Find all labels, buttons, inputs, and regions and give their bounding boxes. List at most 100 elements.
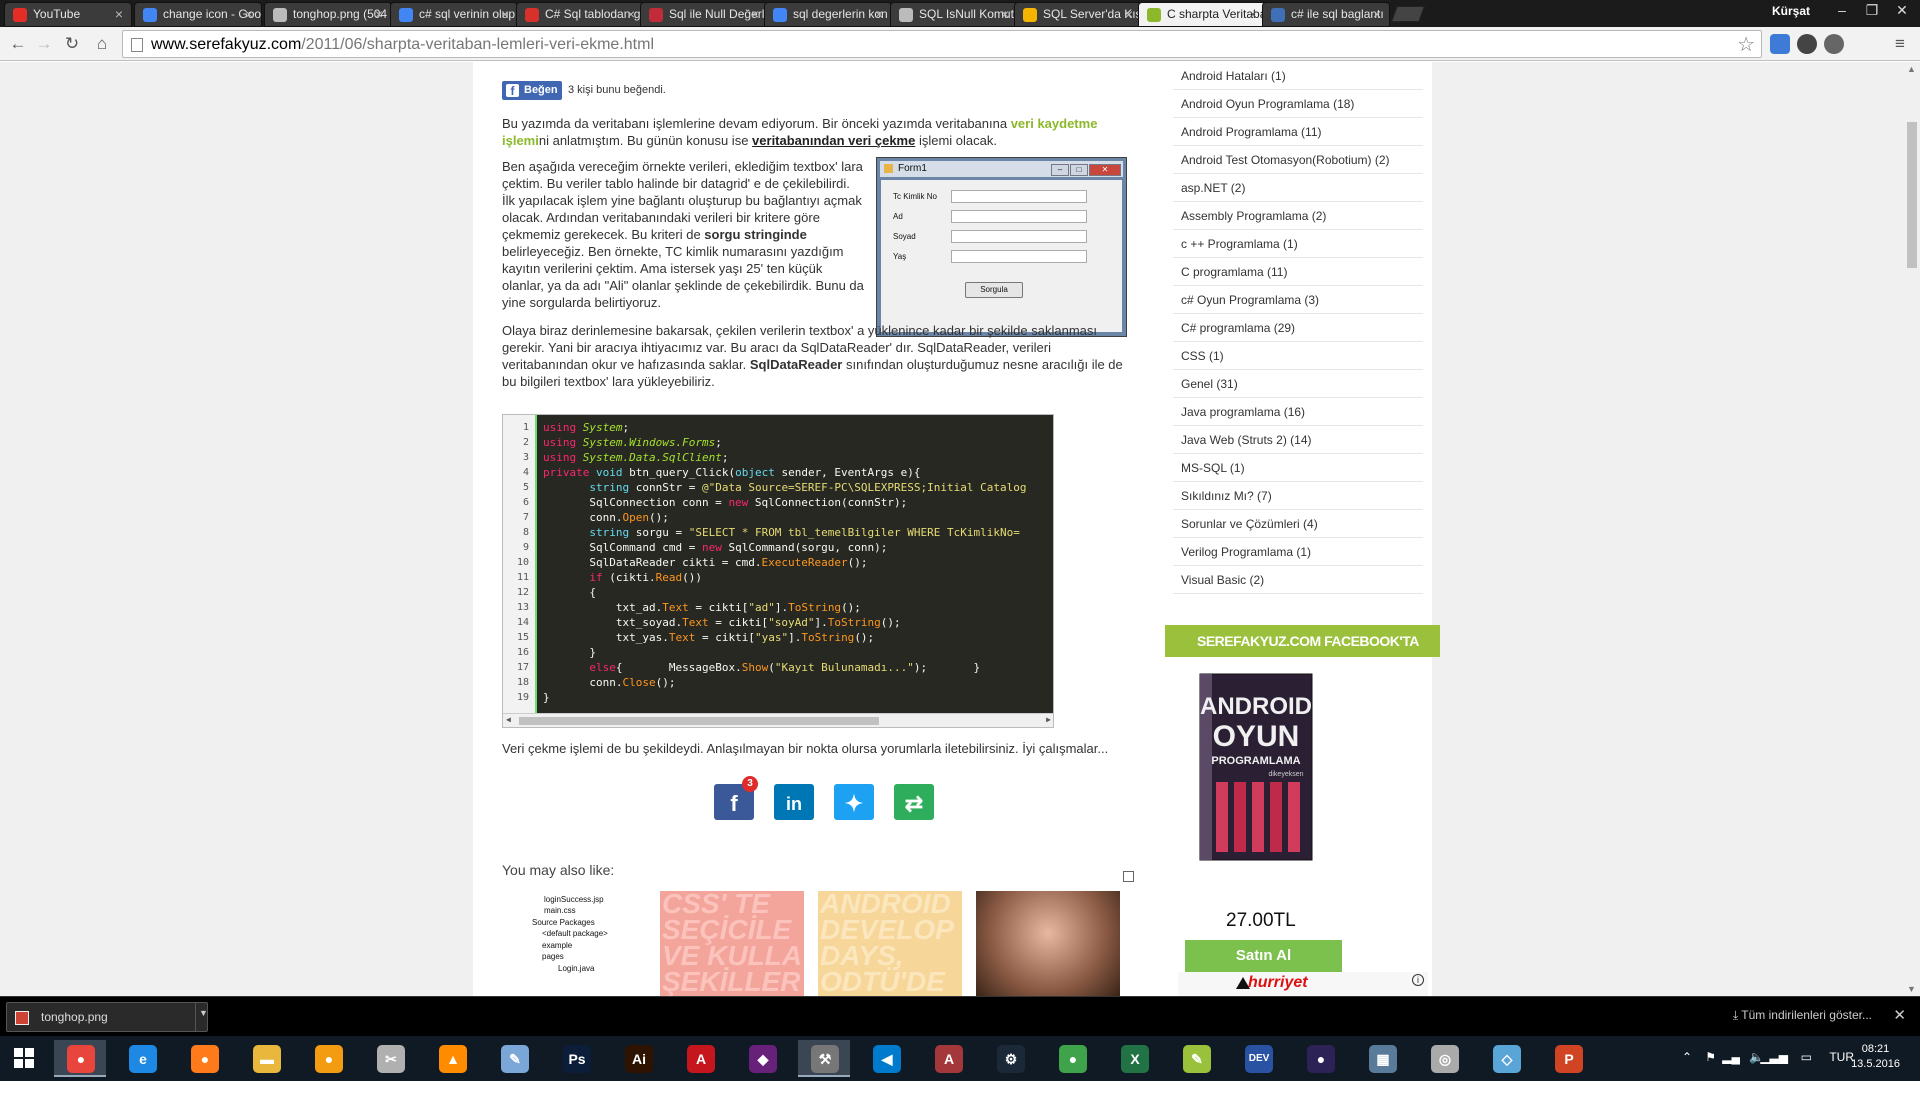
category-link[interactable]: Verilog Programlama (1)	[1173, 538, 1423, 566]
flag-icon[interactable]: ⚑	[1705, 1050, 1716, 1064]
taskbar-network-app[interactable]: ●	[1046, 1040, 1098, 1077]
taskbar-internet-explorer[interactable]: e	[116, 1040, 168, 1077]
taskbar-snipping-tool[interactable]: ✂	[364, 1040, 416, 1077]
close-tab-icon[interactable]: ×	[1125, 3, 1133, 26]
close-tab-icon[interactable]: ×	[501, 3, 509, 26]
chevron-down-icon[interactable]: ▼	[199, 1008, 208, 1018]
browser-tab[interactable]: change icon - Goo ×	[134, 2, 262, 27]
category-link[interactable]: Android Programlama (11)	[1173, 118, 1423, 146]
signal-icon[interactable]: ▁▃▅	[1760, 1050, 1788, 1064]
taskbar-excel[interactable]: X	[1108, 1040, 1160, 1077]
download-item[interactable]: tonghop.png ▼	[6, 1002, 208, 1032]
close-downloads-icon[interactable]: ✕	[1893, 1006, 1906, 1024]
taskbar-paint[interactable]: ✎	[488, 1040, 540, 1077]
taskbar-steam[interactable]: ⚙	[984, 1040, 1036, 1077]
category-link[interactable]: Assembly Programlama (2)	[1173, 202, 1423, 230]
network-icon[interactable]: ▂▄	[1722, 1050, 1740, 1064]
category-link[interactable]: C programlama (11)	[1173, 258, 1423, 286]
browser-tab[interactable]: Sql ile Null Değerl ×	[640, 2, 768, 27]
related-post-thumb[interactable]: loginSuccess.jsp main.css Source Package…	[502, 891, 646, 996]
browser-tab[interactable]: c# ile sql baglantı ×	[1262, 2, 1390, 27]
close-window-button[interactable]: ✕	[1888, 0, 1916, 20]
clock[interactable]: 08:21 13.5.2016	[1851, 1042, 1900, 1072]
close-tab-icon[interactable]: ×	[751, 3, 759, 26]
taskbar-eclipse[interactable]: ●	[1294, 1040, 1346, 1077]
taskbar-access[interactable]: A	[922, 1040, 974, 1077]
extension-icon[interactable]	[1824, 34, 1844, 54]
facebook-share-icon[interactable]: f3	[714, 776, 758, 820]
category-link[interactable]: Sıkıldınız Mı? (7)	[1173, 482, 1423, 510]
taskbar-tools[interactable]: ⚒	[798, 1040, 850, 1077]
category-link[interactable]: c# Oyun Programlama (3)	[1173, 286, 1423, 314]
category-link[interactable]: CSS (1)	[1173, 342, 1423, 370]
category-link[interactable]: Genel (31)	[1173, 370, 1423, 398]
category-link[interactable]: Android Oyun Programlama (18)	[1173, 90, 1423, 118]
category-link[interactable]: Java Web (Struts 2) (14)	[1173, 426, 1423, 454]
category-link[interactable]: asp.NET (2)	[1173, 174, 1423, 202]
taskbar-visual-studio[interactable]: ◆	[736, 1040, 788, 1077]
message-icon[interactable]: ▭	[1801, 1050, 1812, 1064]
browser-tab[interactable]: tonghop.png (504 ×	[264, 2, 392, 27]
category-link[interactable]: Visual Basic (2)	[1173, 566, 1423, 594]
browser-tab[interactable]: SQL IsNull Komutu ×	[890, 2, 1018, 27]
browser-tab[interactable]: c# sql verinin olup ×	[390, 2, 518, 27]
veri-cekme-link[interactable]: veritabanından veri çekme	[752, 133, 915, 148]
category-link[interactable]: Android Test Otomasyon(Robotium) (2)	[1173, 146, 1423, 174]
taskbar-chrome[interactable]: ●	[54, 1040, 106, 1077]
chat-extension-icon[interactable]	[1797, 34, 1817, 54]
maximize-button[interactable]: ❐	[1858, 0, 1886, 20]
reload-button[interactable]: ↻	[62, 34, 82, 54]
forward-button[interactable]: →	[34, 34, 54, 54]
browser-tab[interactable]: sql degerlerin kon ×	[764, 2, 892, 27]
taskbar-notepad-plus[interactable]: ✎	[1170, 1040, 1222, 1077]
linkedin-share-icon[interactable]: in	[774, 784, 814, 820]
shop-logo-bar[interactable]: hurriyet i	[1178, 972, 1428, 996]
home-button[interactable]: ⌂	[92, 34, 112, 54]
start-button[interactable]	[0, 1036, 48, 1081]
new-tab-button[interactable]	[1391, 6, 1425, 22]
browser-tab[interactable]: C# Sql tablodan g ×	[516, 2, 644, 27]
taskbar-disc-burner[interactable]: ◎	[1418, 1040, 1470, 1077]
book-ad-image[interactable]: ANDROID OYUN PROGRAMLAMA dikeyeksen	[1186, 670, 1326, 870]
profile-name[interactable]: Kürşat	[1772, 4, 1810, 18]
close-tab-icon[interactable]: ×	[1373, 3, 1381, 26]
taskbar-dev-cpp[interactable]: DEV	[1232, 1040, 1284, 1077]
category-link[interactable]: C# programlama (29)	[1173, 314, 1423, 342]
show-all-downloads-link[interactable]: ⤓ Tüm indirilenleri göster...	[1733, 1008, 1872, 1023]
close-tab-icon[interactable]: ×	[1249, 3, 1257, 26]
taskbar-file-explorer[interactable]: ▬	[240, 1040, 292, 1077]
close-tab-icon[interactable]: ×	[115, 3, 123, 26]
taskbar-acrobat[interactable]: A	[674, 1040, 726, 1077]
category-link[interactable]: Android Hataları (1)	[1173, 62, 1423, 90]
category-link[interactable]: c ++ Programlama (1)	[1173, 230, 1423, 258]
browser-tab[interactable]: C sharpta Veritaba ×	[1138, 2, 1266, 27]
facebook-like-button[interactable]: f Beğen	[502, 81, 562, 100]
info-icon[interactable]: i	[1412, 974, 1424, 986]
code-scroll-thumb[interactable]	[519, 717, 879, 725]
code-horizontal-scrollbar[interactable]: ◀ ▶	[503, 713, 1053, 727]
close-tab-icon[interactable]: ×	[875, 3, 883, 26]
related-post-thumb[interactable]: CSS' TE SEÇİCİLE VE KULLA ŞEKİLLER	[660, 891, 804, 996]
taskbar-virtualbox[interactable]: ◇	[1480, 1040, 1532, 1077]
taskbar-calculator[interactable]: ▦	[1356, 1040, 1408, 1077]
translate-icon[interactable]	[1770, 34, 1790, 54]
close-tab-icon[interactable]: ×	[375, 3, 383, 26]
browser-tab[interactable]: YouTube ×	[4, 2, 132, 27]
bookmark-star-icon[interactable]: ☆	[1737, 32, 1755, 57]
menu-icon[interactable]: ≡	[1890, 34, 1910, 54]
category-link[interactable]: Sorunlar ve Çözümleri (4)	[1173, 510, 1423, 538]
back-button[interactable]: ←	[8, 34, 28, 54]
taskbar-vlc[interactable]: ▲	[426, 1040, 478, 1077]
related-post-thumb[interactable]	[976, 891, 1120, 996]
minimize-button[interactable]: –	[1828, 0, 1856, 20]
more-share-icon[interactable]: ⇄	[894, 784, 934, 820]
page-scroll-thumb[interactable]	[1907, 122, 1917, 268]
related-widget-icon[interactable]	[1123, 871, 1134, 882]
close-tab-icon[interactable]: ×	[627, 3, 635, 26]
taskbar-illustrator[interactable]: Ai	[612, 1040, 664, 1077]
close-tab-icon[interactable]: ×	[245, 3, 253, 26]
buy-button[interactable]: Satın Al	[1185, 940, 1342, 972]
taskbar-vs-code[interactable]: ◀	[860, 1040, 912, 1077]
category-link[interactable]: Java programlama (16)	[1173, 398, 1423, 426]
related-post-thumb[interactable]: ANDROID DEVELOP DAYS, ODTÜ'DE	[818, 891, 962, 996]
